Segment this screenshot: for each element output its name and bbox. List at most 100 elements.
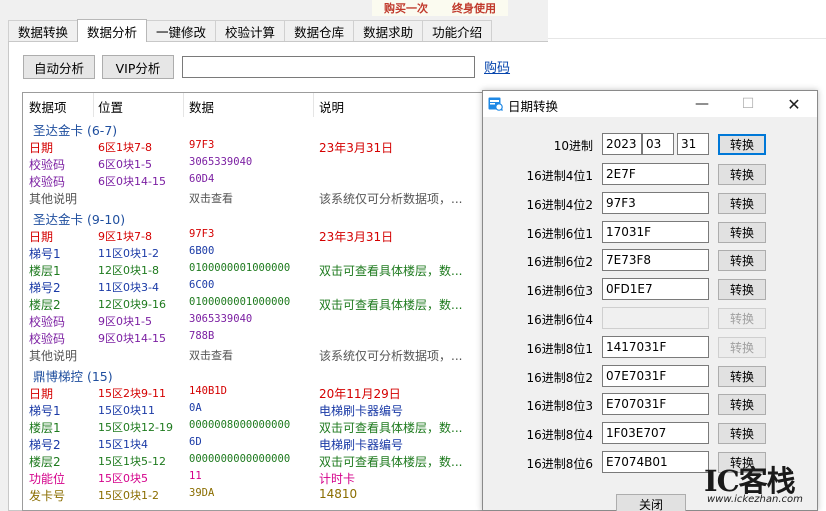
tab-2[interactable]: 一键修改 — [146, 20, 217, 41]
table-row[interactable]: 梯号2 15区1块4 6D 电梯刷卡器编号 — [23, 436, 548, 453]
table-row[interactable]: 其他说明 双击查看 该系统仅可分析数据项，... — [23, 190, 548, 207]
row-position: 6区0块1-5 — [98, 158, 152, 171]
maximize-icon[interactable]: ☐ — [725, 91, 771, 117]
table-row[interactable]: 日期 9区1块7-8 97F3 23年3月31日 — [23, 228, 548, 245]
dialog-close-button[interactable]: 关闭 — [616, 494, 686, 511]
row-position: 15区0块5 — [98, 472, 148, 485]
hex-value-field[interactable]: E7074B01 — [602, 451, 709, 473]
hex-value-field[interactable]: E707031F — [602, 393, 709, 416]
hex-format-label: 16进制6位3 — [526, 284, 593, 299]
table-row[interactable]: 校验码 6区0块14-15 60D4 — [23, 173, 548, 190]
day-field[interactable]: 31 — [677, 133, 709, 155]
row-item: 梯号1 — [29, 404, 61, 418]
tab-0[interactable]: 数据转换 — [8, 20, 79, 41]
watermark-url: www.ickezhan.com — [707, 494, 803, 505]
convert-decimal-button[interactable]: 转换 — [718, 134, 766, 155]
table-row[interactable]: 校验码 9区0块1-5 3065339040 — [23, 313, 548, 330]
hex-format-label: 16进制8位2 — [526, 370, 593, 385]
column-divider — [183, 93, 184, 117]
hex-value-field[interactable]: 7E73F8 — [602, 249, 709, 272]
table-row[interactable]: 楼层1 15区0块12-19 0000008000000000 双击可查看具体楼层，数… — [23, 419, 548, 436]
year-field[interactable]: 2023 — [602, 133, 642, 155]
row-item: 梯号2 — [29, 281, 61, 295]
convert-button[interactable]: 转换 — [718, 394, 766, 416]
close-icon[interactable]: ✕ — [771, 91, 817, 117]
table-row[interactable]: 校验码 9区0块14-15 788B — [23, 330, 548, 347]
hex-value-field[interactable]: 1417031F — [602, 335, 709, 358]
table-row[interactable]: 梯号1 15区0块11 0A 电梯刷卡器编号 — [23, 402, 548, 419]
table-row[interactable]: 校验码 6区0块1-5 3065339040 — [23, 156, 548, 173]
row-position: 9区1块7-8 — [98, 230, 152, 243]
table-row[interactable]: 日期 15区2块9-11 140B1D 20年11月29日 — [23, 385, 548, 402]
row-item: 楼层2 — [29, 298, 61, 312]
column-header-item[interactable]: 数据项 — [29, 97, 67, 116]
dialog-scrollbar[interactable] — [796, 117, 817, 511]
row-description: 双击可查看具体楼层，数... — [319, 298, 463, 312]
convert-button[interactable]: 转换 — [718, 308, 766, 329]
hex-value-field[interactable] — [602, 307, 709, 329]
table-row[interactable]: 楼层1 12区0块1-8 0100000001000000 双击可查看具体楼层，数..… — [23, 262, 548, 279]
hex-value-field[interactable]: 17031F — [602, 220, 709, 243]
dialog-title-bar[interactable]: 日期转换 — ☐ ✕ — [483, 91, 817, 117]
hex-value-field[interactable]: 07E7031F — [602, 364, 709, 387]
table-row[interactable]: 功能位 15区0块5 11 计时卡 — [23, 470, 548, 487]
promo-text-right: 终身使用 — [452, 2, 496, 15]
row-description: 14810 — [319, 487, 358, 501]
row-item: 梯号2 — [29, 438, 61, 452]
hex-value-field[interactable]: 97F3 — [602, 191, 709, 214]
convert-button[interactable]: 转换 — [718, 279, 766, 301]
calendar-app-icon — [488, 97, 503, 111]
auto-analyze-button[interactable]: 自动分析 — [23, 55, 95, 79]
convert-button[interactable]: 转换 — [718, 164, 766, 185]
row-description: 23年3月31日 — [319, 141, 394, 155]
convert-button[interactable]: 转换 — [718, 221, 766, 243]
tab-4[interactable]: 数据仓库 — [284, 20, 355, 41]
main-window: 购买一次 终身使用 数据转换 数据分析 一键修改 校验计算 数据仓库 数据求助 功能介绍 自… — [0, 0, 548, 511]
table-row[interactable]: 其他说明 双击查看 该系统仅可分析数据项，... — [23, 347, 548, 364]
list-group-title[interactable]: 鼎博梯控 (15) — [33, 366, 113, 385]
tab-6[interactable]: 功能介绍 — [422, 20, 493, 41]
hex-value-field[interactable]: 1F03E707 — [602, 422, 709, 445]
analysis-input[interactable] — [182, 56, 475, 78]
row-item: 其他说明 — [29, 192, 78, 206]
row-position: 12区0块9-16 — [98, 298, 166, 311]
column-header-data[interactable]: 数据 — [189, 97, 214, 116]
table-row[interactable]: 发卡号 15区0块1-2 39DA 14810 — [23, 487, 548, 504]
convert-button[interactable]: 转换 — [718, 250, 766, 272]
table-row[interactable]: 梯号1 11区0块1-2 6B00 — [23, 245, 548, 262]
table-row[interactable]: 楼层2 15区1块5-12 0000000000000000 双击可查看具体楼层，数.… — [23, 453, 548, 470]
row-position: 15区0块11 — [98, 404, 155, 417]
buy-code-link[interactable]: 购码 — [484, 57, 510, 76]
vip-analyze-button[interactable]: VIP分析 — [102, 55, 174, 79]
convert-button[interactable]: 转换 — [718, 192, 766, 214]
tab-1[interactable]: 数据分析 — [77, 19, 148, 42]
table-row[interactable]: 日期 6区1块7-8 97F3 23年3月31日 — [23, 139, 548, 156]
hex-format-label: 16进制8位3 — [526, 399, 593, 414]
row-description: 电梯刷卡器编号 — [319, 438, 404, 452]
hex-value-field[interactable]: 0FD1E7 — [602, 278, 709, 301]
tab-3[interactable]: 校验计算 — [215, 20, 286, 41]
row-item: 梯号1 — [29, 247, 61, 261]
row-description: 双击可查看具体楼层，数... — [319, 421, 463, 435]
convert-button[interactable]: 转换 — [718, 423, 766, 445]
row-description: 双击可查看具体楼层，数... — [319, 264, 463, 278]
column-divider — [93, 93, 94, 117]
convert-button[interactable]: 转换 — [718, 365, 766, 387]
list-group-title[interactable]: 圣达金卡 (6-7) — [33, 120, 117, 139]
row-position: 11区0块1-2 — [98, 247, 159, 260]
row-data: 0000008000000000 — [189, 419, 291, 431]
row-position: 6区0块14-15 — [98, 175, 166, 188]
month-field[interactable]: 03 — [642, 133, 674, 155]
row-data: 6D — [189, 436, 202, 448]
table-row[interactable]: 楼层2 12区0块9-16 0100000001000000 双击可查看具体楼层，数.… — [23, 296, 548, 313]
column-header-description[interactable]: 说明 — [319, 97, 344, 116]
hex-value-field[interactable]: 2E7F — [602, 163, 709, 185]
table-row[interactable]: 梯号2 11区0块3-4 6C00 — [23, 279, 548, 296]
tab-5[interactable]: 数据求助 — [353, 20, 424, 41]
list-group-title[interactable]: 圣达金卡 (9-10) — [33, 209, 125, 228]
analysis-list[interactable]: 数据项 位置 数据 说明 圣达金卡 (6-7) 日期 6区1块7-8 97F3 23年3… — [22, 92, 548, 511]
row-position: 15区1块5-12 — [98, 455, 166, 468]
minimize-icon[interactable]: — — [679, 91, 725, 117]
convert-button[interactable]: 转换 — [718, 336, 766, 358]
column-header-position[interactable]: 位置 — [98, 97, 123, 116]
